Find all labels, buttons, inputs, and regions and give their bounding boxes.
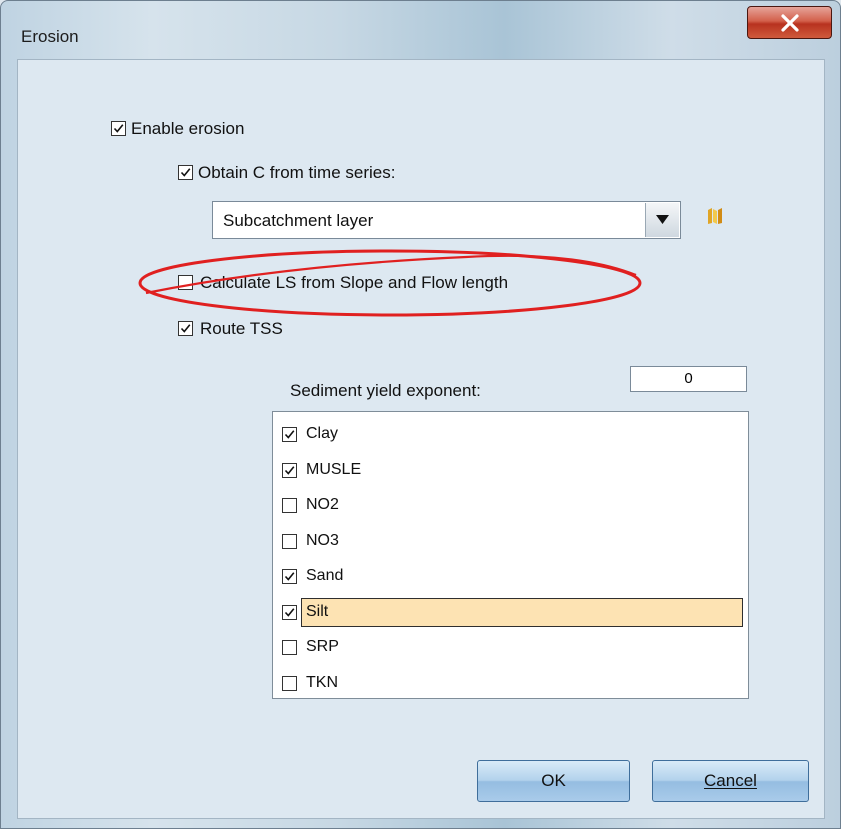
checkmark-icon [284, 572, 295, 581]
sediment-yield-input[interactable]: 0 [630, 366, 747, 392]
erosion-dialog: Erosion Enable erosion Obtain C from tim… [0, 0, 841, 829]
list-item[interactable]: Silt [279, 597, 743, 627]
layer-combobox-value: Subcatchment layer [223, 211, 374, 230]
calc-ls-label: Calculate LS from Slope and Flow length [200, 273, 509, 292]
pollutant-checkbox[interactable] [282, 675, 297, 691]
list-item[interactable]: SRP [279, 633, 743, 662]
list-item[interactable]: Clay [279, 420, 743, 449]
layer-combobox[interactable]: Subcatchment layer [212, 201, 681, 239]
list-item[interactable]: NO3 [279, 527, 743, 556]
pollutant-label: Sand [306, 567, 344, 584]
selection-highlight [301, 597, 743, 627]
folder-icon[interactable] [707, 207, 723, 225]
pollutant-label: Silt [306, 602, 329, 620]
pollutant-checkbox[interactable] [282, 533, 297, 549]
pollutant-label: NO3 [306, 531, 339, 549]
enable-erosion-label: Enable erosion [131, 119, 245, 138]
list-item[interactable]: TKN [279, 669, 743, 698]
pollutant-label: SRP [306, 638, 339, 655]
list-item[interactable]: Sand [279, 562, 743, 591]
ok-button[interactable]: OK [477, 760, 630, 802]
sediment-yield-label: Sediment yield exponent: [290, 381, 481, 400]
pollutant-label: Clay [306, 425, 339, 442]
pollutant-checkbox[interactable] [282, 427, 297, 442]
obtain-c-label: Obtain C from time series: [198, 163, 396, 182]
chevron-down-icon [656, 215, 669, 224]
pollutant-checkbox[interactable] [282, 604, 297, 620]
combobox-dropdown-button[interactable] [645, 203, 679, 237]
pollutant-checkbox[interactable] [282, 462, 297, 478]
pollutant-checkbox[interactable] [282, 569, 297, 584]
checkmark-icon [180, 324, 191, 333]
pollutant-label: MUSLE [306, 460, 362, 478]
pollutant-checkbox[interactable] [282, 498, 297, 513]
calc-ls-checkbox[interactable] [178, 275, 193, 290]
list-item[interactable]: NO2 [279, 491, 743, 520]
checkmark-icon [284, 465, 295, 475]
close-button[interactable] [747, 6, 832, 39]
pollutant-label: NO2 [306, 496, 339, 513]
checkmark-icon [284, 430, 295, 439]
obtain-c-checkbox[interactable] [178, 165, 193, 180]
route-tss-label: Route TSS [200, 319, 283, 338]
window-title: Erosion [21, 27, 79, 46]
cancel-button-label: Cancel [704, 771, 757, 790]
list-item[interactable]: MUSLE [279, 456, 743, 485]
pollutant-listbox[interactable]: Clay MUSLE NO2 NO3 Sand Silt SRP TKN [272, 411, 749, 699]
title-bar[interactable]: Erosion [1, 1, 840, 59]
route-tss-checkbox[interactable] [178, 321, 193, 336]
checkmark-icon [113, 124, 124, 133]
pollutant-label: TKN [306, 673, 338, 691]
close-icon [780, 13, 799, 32]
checkmark-icon [284, 607, 295, 617]
checkmark-icon [180, 168, 191, 177]
enable-erosion-checkbox[interactable] [111, 121, 126, 136]
cancel-button[interactable]: Cancel [652, 760, 809, 802]
pollutant-checkbox[interactable] [282, 640, 297, 655]
